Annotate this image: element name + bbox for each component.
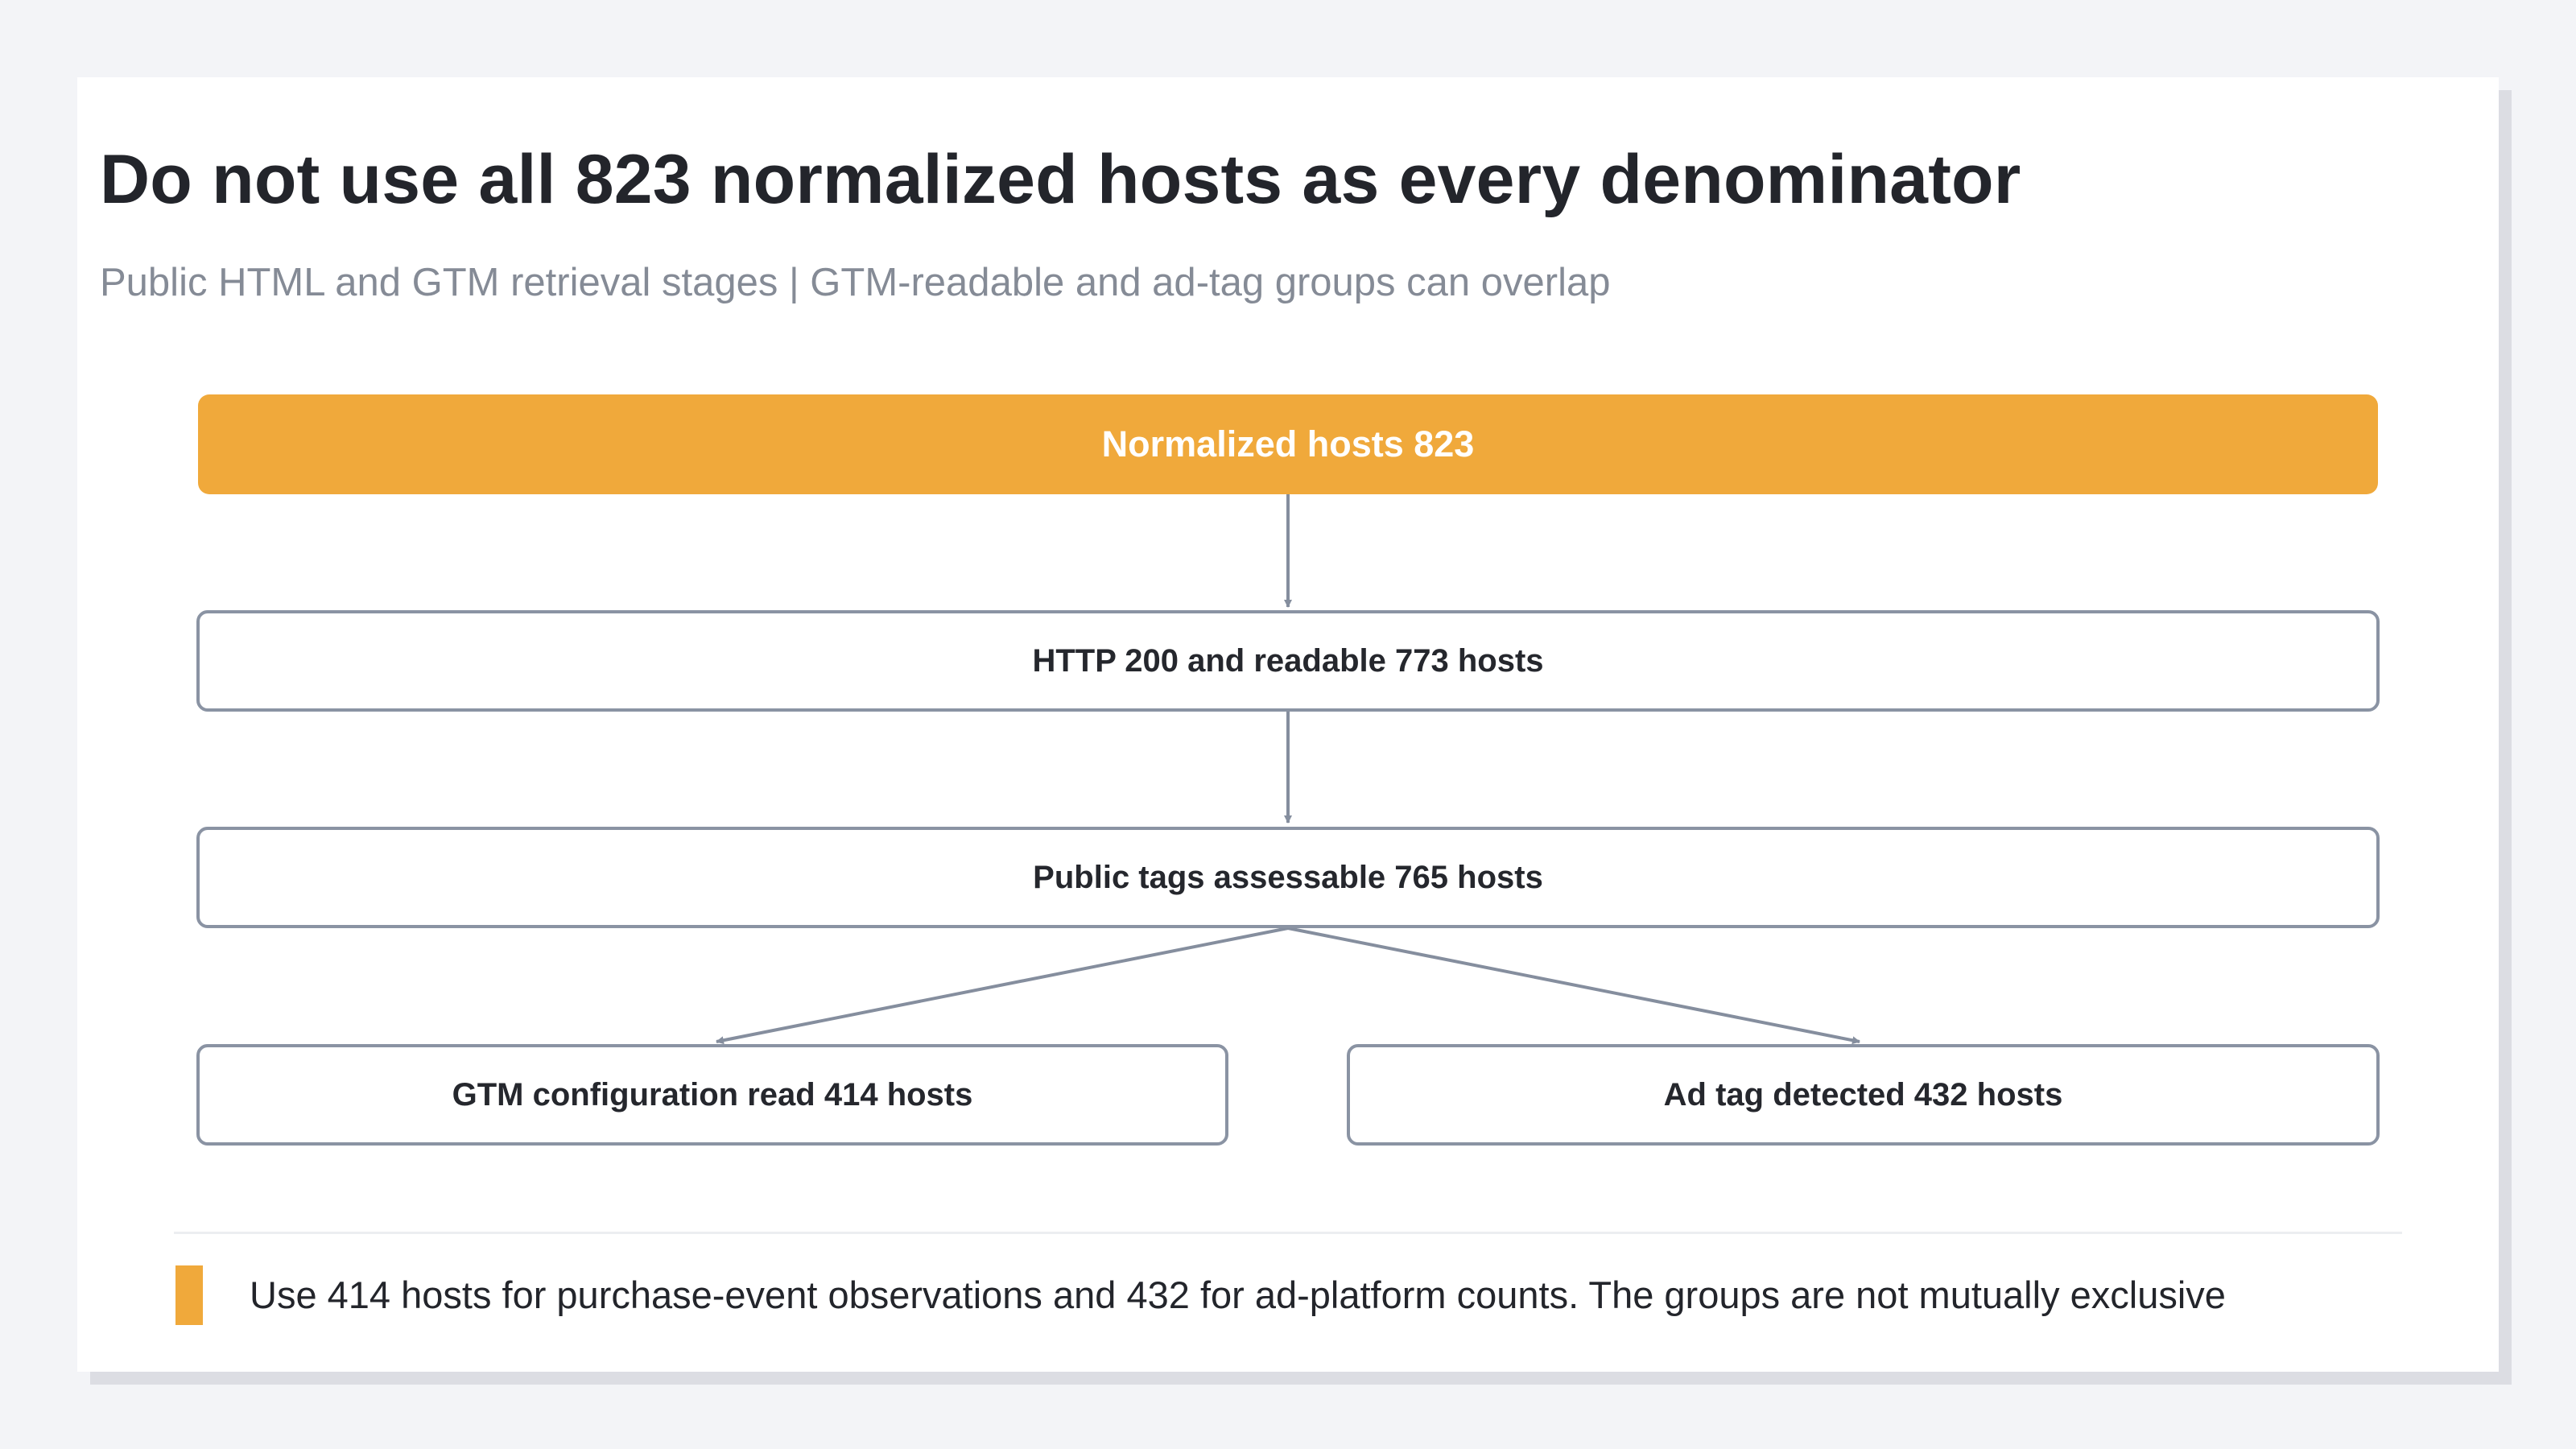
node-public-tags-assessable: Public tags assessable 765 hosts: [196, 827, 2380, 928]
note-accent-bar: [175, 1265, 203, 1325]
node-normalized-hosts: Normalized hosts 823: [198, 394, 2378, 494]
connector-assessable-to-gtm: [716, 927, 1289, 1045]
node-gtm-configuration-read: GTM configuration read 414 hosts: [196, 1044, 1228, 1146]
connector-assessable-to-adtag: [1287, 927, 1860, 1045]
footer-divider: [174, 1232, 2402, 1234]
node-ad-tag-detected: Ad tag detected 432 hosts: [1347, 1044, 2380, 1146]
node-http-readable: HTTP 200 and readable 773 hosts: [196, 610, 2380, 712]
footer-note: Use 414 hosts for purchase-event observa…: [250, 1274, 2226, 1316]
